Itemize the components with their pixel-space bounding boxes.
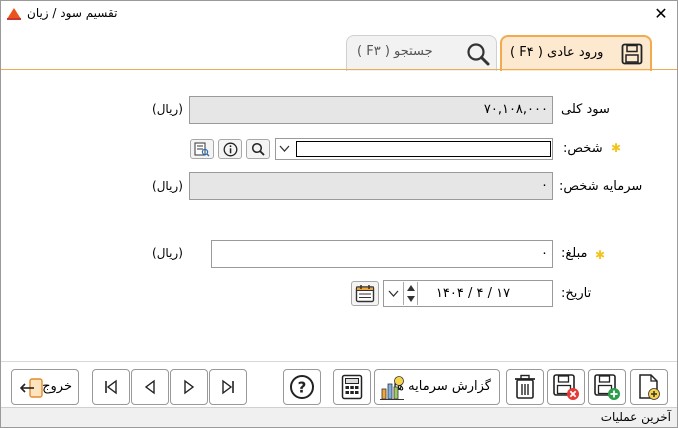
search-icon	[467, 43, 490, 66]
date-spinner[interactable]	[403, 282, 418, 305]
amount-unit: (ریال)	[152, 246, 183, 260]
save-new-button[interactable]	[588, 369, 626, 405]
date-label: تاریخ:	[561, 286, 592, 301]
required-star-icon: ✱	[611, 141, 622, 155]
nav-first-button[interactable]	[92, 369, 130, 405]
person-list-button[interactable]	[190, 139, 214, 159]
tab-normal-entry-label: ورود عادی ( F۴ )	[510, 45, 604, 60]
person-label: شخص:	[563, 141, 603, 156]
first-icon	[105, 379, 117, 395]
nav-next-button[interactable]	[170, 369, 208, 405]
help-button[interactable]: ?	[283, 369, 321, 405]
chevron-down-icon[interactable]	[388, 290, 399, 298]
exit-button[interactable]: خروج	[11, 369, 79, 405]
tab-search-label: جستجو ( F۳ )	[357, 44, 433, 59]
person-capital-unit: (ریال)	[152, 179, 183, 193]
help-icon: ?	[290, 375, 314, 399]
save-cancel-icon	[553, 374, 579, 400]
toolbar-divider	[1, 361, 677, 362]
main-window: تقسیم سود / زیان ✕ جستجو ( F۳ ) ورود عاد…	[0, 0, 678, 428]
new-document-icon	[639, 374, 660, 400]
close-button[interactable]: ✕	[651, 4, 671, 24]
tab-normal-entry[interactable]: ورود عادی ( F۴ )	[500, 35, 652, 71]
person-search-button[interactable]	[246, 139, 270, 159]
amount-label: مبلغ:	[561, 246, 588, 261]
calendar-icon	[355, 285, 375, 303]
person-capital-label: سرمایه شخص:	[559, 179, 643, 194]
spin-down-icon[interactable]	[407, 296, 415, 302]
last-icon	[222, 379, 234, 395]
title-bar: تقسیم سود / زیان ✕	[1, 1, 677, 27]
calculator-button[interactable]	[333, 369, 371, 405]
amount-input[interactable]: ۰	[211, 240, 553, 268]
svg-text:?: ?	[298, 379, 307, 397]
trash-icon	[515, 374, 535, 399]
exit-button-label: خروج	[42, 379, 72, 394]
person-capital-field: ۰	[189, 172, 553, 200]
nav-previous-button[interactable]	[131, 369, 169, 405]
required-star-icon: ✱	[595, 248, 606, 262]
save-icon	[621, 43, 643, 65]
status-text: آخرین عملیات	[600, 410, 671, 424]
tab-underline	[1, 69, 677, 70]
person-combobox[interactable]	[275, 138, 553, 160]
capital-report-label: گزارش سرمایه ها	[393, 379, 491, 394]
next-icon	[184, 379, 195, 395]
spin-up-icon[interactable]	[407, 285, 415, 291]
total-profit-label: سود کلی	[561, 102, 610, 117]
previous-icon	[144, 379, 155, 395]
nav-last-button[interactable]	[209, 369, 247, 405]
cancel-save-button[interactable]	[547, 369, 585, 405]
person-info-button[interactable]	[218, 139, 242, 159]
person-input[interactable]	[296, 141, 551, 157]
status-bar: آخرین عملیات	[1, 407, 677, 427]
tab-search[interactable]: جستجو ( F۳ )	[346, 35, 497, 71]
calculator-icon	[341, 374, 363, 400]
delete-button[interactable]	[506, 369, 544, 405]
new-record-button[interactable]	[630, 369, 668, 405]
info-icon	[223, 142, 237, 156]
calendar-button[interactable]	[351, 281, 379, 306]
list-search-icon	[194, 142, 210, 156]
date-value: ۱۴۰۴ / ۴ / ۱۷	[435, 286, 511, 301]
window-title: تقسیم سود / زیان	[27, 6, 118, 20]
chevron-down-icon[interactable]	[279, 145, 290, 153]
total-profit-field: ۷۰,۱۰۸,۰۰۰	[189, 96, 553, 124]
capital-report-button[interactable]: گزارش سرمایه ها	[374, 369, 500, 405]
date-input[interactable]: ۱۴۰۴ / ۴ / ۱۷	[383, 280, 553, 307]
report-chart-icon	[380, 376, 404, 400]
save-add-icon	[594, 374, 620, 400]
exit-icon	[20, 378, 43, 398]
total-profit-unit: (ریال)	[152, 102, 183, 116]
search-icon	[251, 142, 265, 156]
